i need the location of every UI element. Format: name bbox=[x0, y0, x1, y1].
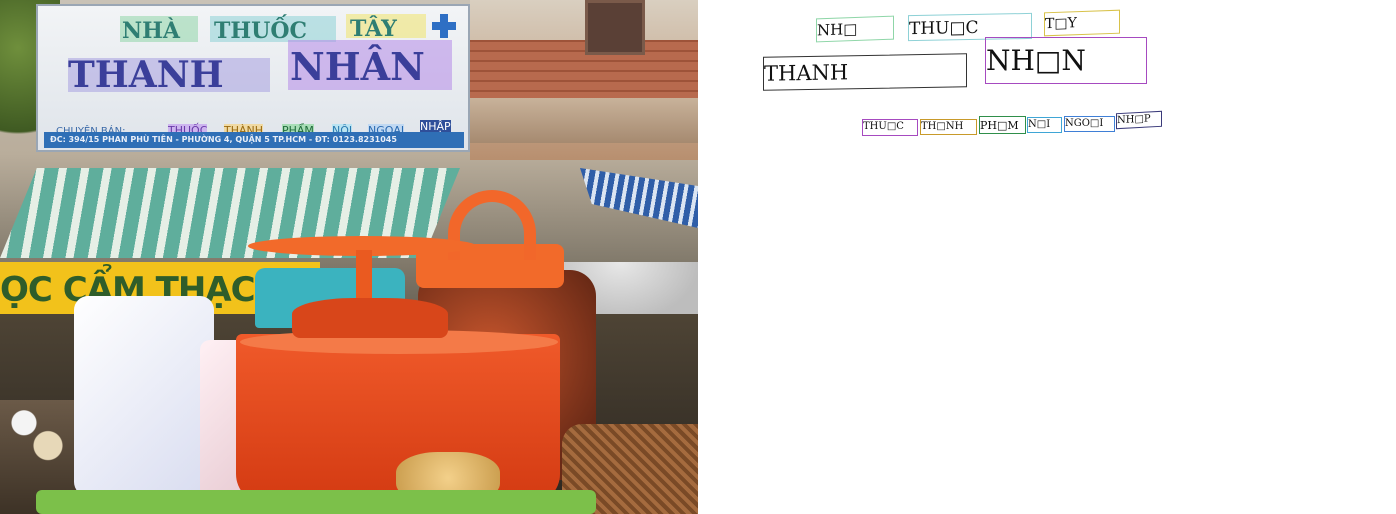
sign-address: ĐC: 394/15 PHAN PHÙ TIÊN - PHƯỜNG 4, QUẬ… bbox=[50, 135, 397, 144]
ocr-label: NGO□I bbox=[1065, 118, 1104, 129]
ocr-label: THU□C bbox=[909, 17, 979, 40]
ocr-box: THANH bbox=[763, 53, 967, 91]
ocr-box: NGO□I bbox=[1064, 116, 1115, 132]
ocr-label: THU□C bbox=[863, 121, 904, 132]
scene-photo: NHÀ THUỐC TÂY THANH NHÂN CHUYÊN BÁN: THU… bbox=[0, 0, 698, 514]
window bbox=[585, 0, 645, 55]
sign-word-nhan: NHÂN bbox=[290, 44, 425, 89]
sign-word-tay: TÂY bbox=[350, 16, 397, 42]
ocr-box: NH□N bbox=[985, 37, 1147, 84]
ocr-box: NH□P bbox=[1116, 110, 1162, 130]
ocr-label: THANH bbox=[764, 60, 849, 86]
ocr-label: T□Y bbox=[1045, 15, 1077, 33]
sign-word-thanh: THANH bbox=[68, 54, 224, 96]
blue-awning bbox=[580, 168, 698, 228]
green-tray bbox=[36, 490, 596, 514]
bucket-lid bbox=[292, 298, 448, 338]
pharmacy-sign: NHÀ THUỐC TÂY THANH NHÂN CHUYÊN BÁN: THU… bbox=[36, 4, 470, 152]
ocr-box: N□I bbox=[1027, 117, 1062, 133]
brick-balcony bbox=[470, 40, 698, 100]
ocr-annotation-panel: NH□ THU□C T□Y THANH NH□N THU□C TH□NH PH□… bbox=[698, 0, 1396, 514]
ocr-box: TH□NH bbox=[920, 119, 977, 135]
ocr-label: NH□ bbox=[817, 19, 858, 40]
ocr-box: PH□M bbox=[979, 116, 1026, 134]
pharmacy-cross-icon bbox=[432, 14, 456, 38]
ocr-box: THU□C bbox=[862, 119, 918, 136]
balcony-ledge bbox=[470, 98, 698, 143]
white-container bbox=[74, 296, 214, 496]
ocr-label: N□I bbox=[1028, 119, 1051, 130]
sign-address-stripe: ĐC: 394/15 PHAN PHÙ TIÊN - PHƯỜNG 4, QUẬ… bbox=[44, 132, 464, 148]
sign-word-thuoc: THUỐC bbox=[214, 18, 308, 44]
ocr-label: PH□M bbox=[980, 119, 1019, 132]
ocr-label: NH□N bbox=[986, 44, 1086, 77]
sign-word-nha: NHÀ bbox=[122, 18, 180, 44]
ocr-label: TH□NH bbox=[921, 121, 964, 132]
ocr-box: T□Y bbox=[1044, 9, 1120, 37]
ocr-box: NH□ bbox=[816, 15, 894, 43]
ocr-label: NH□P bbox=[1117, 113, 1151, 127]
funnel-stem bbox=[356, 250, 372, 300]
